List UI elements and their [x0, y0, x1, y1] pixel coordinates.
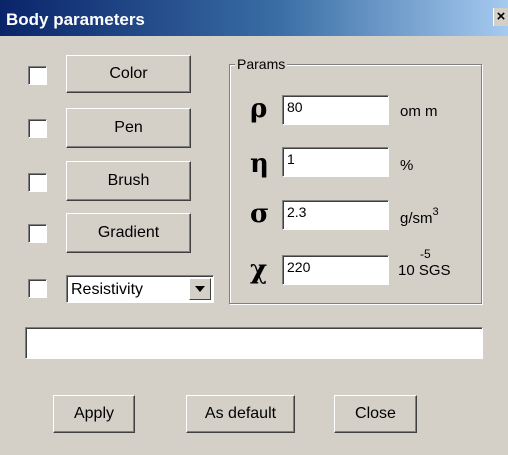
sigma-unit-exponent: 3: [432, 206, 439, 218]
sigma-unit-base: g/sm: [400, 210, 433, 227]
color-checkbox[interactable]: [28, 66, 47, 85]
status-field[interactable]: [25, 327, 483, 359]
params-legend: Params: [235, 56, 288, 72]
pen-button[interactable]: Pen: [66, 108, 191, 148]
brush-checkbox[interactable]: [28, 173, 47, 192]
apply-button[interactable]: Apply: [53, 395, 135, 433]
pen-checkbox[interactable]: [28, 119, 47, 138]
gradient-button[interactable]: Gradient: [66, 213, 191, 253]
sigma-unit: g/sm3: [400, 206, 439, 227]
body-parameters-dialog: Body parameters × Color Pen Brush Gradie…: [0, 0, 508, 455]
rho-symbol: ρ: [250, 94, 268, 124]
chi-unit: 10 SGS: [398, 262, 451, 279]
brush-button[interactable]: Brush: [66, 161, 191, 201]
window-title: Body parameters: [6, 10, 145, 29]
as-default-button[interactable]: As default: [186, 395, 295, 433]
resistivity-checkbox[interactable]: [28, 279, 47, 298]
close-icon[interactable]: ×: [493, 8, 508, 26]
sigma-input[interactable]: 2.3: [282, 200, 389, 230]
dropdown-arrow-icon[interactable]: [189, 278, 211, 300]
dropdown-selected-value: Resistivity: [71, 281, 144, 298]
eta-symbol: η: [250, 149, 269, 179]
rho-input[interactable]: 80: [282, 95, 389, 125]
property-dropdown[interactable]: Resistivity: [66, 275, 214, 303]
chi-unit-exponent: -5: [420, 247, 431, 261]
close-button[interactable]: Close: [334, 395, 417, 433]
eta-unit: %: [400, 157, 414, 174]
chi-input[interactable]: 220: [282, 255, 389, 285]
chi-symbol: χ: [250, 255, 268, 285]
gradient-checkbox[interactable]: [28, 224, 47, 243]
title-bar[interactable]: Body parameters ×: [0, 0, 508, 36]
color-button[interactable]: Color: [66, 55, 191, 93]
sigma-symbol: σ: [250, 199, 270, 229]
rho-unit: om m: [400, 103, 438, 120]
eta-input[interactable]: 1: [282, 147, 389, 177]
